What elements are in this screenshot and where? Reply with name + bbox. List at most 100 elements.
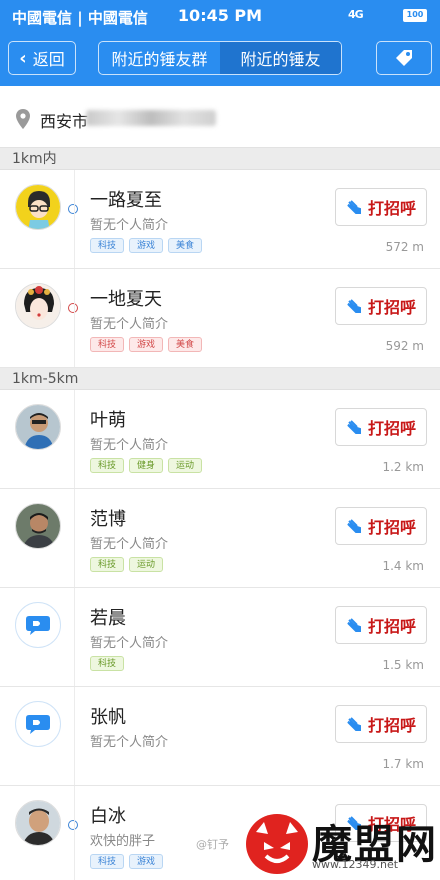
weibo-watermark: @钉予	[196, 838, 229, 851]
chevron-left-icon: ‹	[19, 47, 27, 69]
user-bio: 暂无个人简介	[90, 317, 169, 332]
user-bio: 暂无个人简介	[90, 636, 169, 651]
greet-button[interactable]: 打招呼	[335, 507, 427, 545]
greet-button[interactable]: 打招呼	[335, 705, 427, 743]
wave-hand-icon	[347, 618, 361, 632]
distance: 592 m	[385, 339, 424, 353]
tag: 科技	[90, 238, 125, 253]
tag-button[interactable]	[376, 41, 432, 75]
greet-label: 打招呼	[367, 199, 416, 218]
greet-label: 打招呼	[367, 298, 416, 317]
wave-hand-icon	[347, 519, 361, 533]
gender-icon	[68, 204, 78, 214]
wave-hand-icon	[347, 299, 361, 313]
signal-indicator: 4G	[348, 8, 364, 21]
tag: 科技	[90, 854, 125, 869]
tag: 运动	[129, 557, 164, 572]
tag-list: 科技 健身 运动	[90, 458, 203, 473]
distance: 572 m	[385, 240, 424, 254]
greet-label: 打招呼	[367, 419, 416, 438]
nav-bar: ‹ 返回 附近的锤友群 附近的锤友	[0, 32, 440, 86]
user-name: 张帆	[90, 707, 126, 728]
user-name: 范博	[90, 509, 126, 530]
row-divider	[74, 588, 75, 686]
tag-list: 科技 游戏 美食	[90, 337, 203, 352]
tag: 运动	[168, 458, 203, 473]
row-divider	[74, 390, 75, 488]
status-bar: 中國電信 | 中國電信 10:45 PM 4G 100	[0, 0, 440, 32]
row-divider	[74, 786, 75, 880]
greet-button[interactable]: 打招呼	[335, 606, 427, 644]
back-label: 返回	[32, 50, 65, 69]
gender-icon	[68, 820, 78, 830]
greet-button[interactable]: 打招呼	[335, 287, 427, 325]
row-divider	[74, 269, 75, 367]
avatar[interactable]	[15, 184, 61, 230]
section-header-far: 1km-5km	[0, 368, 440, 390]
wave-hand-icon	[347, 420, 361, 434]
avatar[interactable]	[15, 503, 61, 549]
user-name: 若晨	[90, 608, 126, 629]
row-divider	[74, 489, 75, 587]
user-row[interactable]: 张帆 暂无个人简介 打招呼 1.7 km	[0, 687, 440, 786]
user-row[interactable]: 范博 暂无个人简介 科技 运动 打招呼 1.4 km	[0, 489, 440, 588]
greet-label: 打招呼	[367, 716, 416, 735]
address-redaction	[86, 110, 216, 126]
avatar[interactable]	[15, 404, 61, 450]
clock: 10:45 PM	[177, 6, 263, 25]
tab-nearby-groups[interactable]: 附近的锤友群	[99, 42, 220, 74]
tag-icon	[396, 50, 412, 66]
gender-icon	[68, 303, 78, 313]
user-bio: 欢快的胖子	[90, 834, 156, 849]
greet-label: 打招呼	[367, 617, 416, 636]
tag: 游戏	[129, 854, 164, 869]
greet-button[interactable]: 打招呼	[335, 408, 427, 446]
user-name: 白冰	[90, 806, 126, 827]
tag: 科技	[90, 557, 125, 572]
tag: 美食	[168, 238, 203, 253]
section-header-near: 1km内	[0, 148, 440, 170]
user-bio: 暂无个人简介	[90, 218, 169, 233]
user-row[interactable]: 一路夏至 暂无个人简介 科技 游戏 美食 打招呼 572 m	[0, 170, 440, 269]
user-bio: 暂无个人简介	[90, 735, 169, 750]
tag: 科技	[90, 656, 125, 671]
avatar[interactable]	[15, 800, 61, 846]
user-bio: 暂无个人简介	[90, 537, 169, 552]
greet-label: 打招呼	[367, 518, 416, 537]
watermark-url: www.12349.net	[312, 858, 399, 871]
tag: 游戏	[129, 238, 164, 253]
user-row[interactable]: 一地夏天 暂无个人简介 科技 游戏 美食 打招呼 592 m	[0, 269, 440, 368]
greet-button[interactable]: 打招呼	[335, 188, 427, 226]
distance: 1.4 km	[382, 559, 424, 573]
chat-bubble-icon	[26, 616, 50, 635]
user-name: 一路夏至	[90, 190, 162, 211]
avatar[interactable]	[15, 701, 61, 747]
user-name: 叶萌	[90, 410, 126, 431]
tab-nearby-users[interactable]: 附近的锤友	[220, 42, 341, 74]
tag-list: 科技 游戏 美食	[90, 238, 203, 253]
tag: 科技	[90, 458, 125, 473]
location-pin-icon	[16, 109, 30, 129]
tag: 游戏	[129, 337, 164, 352]
row-divider	[74, 687, 75, 785]
segmented-tabs: 附近的锤友群 附近的锤友	[98, 41, 342, 75]
user-row[interactable]: 叶萌 暂无个人简介 科技 健身 运动 打招呼 1.2 km	[0, 390, 440, 489]
user-row[interactable]: 若晨 暂无个人简介 科技 打招呼 1.5 km	[0, 588, 440, 687]
wave-hand-icon	[347, 717, 361, 731]
row-divider	[74, 170, 75, 268]
avatar[interactable]	[15, 602, 61, 648]
tag: 美食	[168, 337, 203, 352]
devil-logo-icon	[246, 814, 308, 874]
distance: 1.5 km	[382, 658, 424, 672]
chat-bubble-icon	[26, 715, 50, 734]
tag-list: 科技	[90, 656, 125, 671]
distance: 1.7 km	[382, 757, 424, 771]
back-button[interactable]: ‹ 返回	[8, 41, 76, 75]
user-bio: 暂无个人简介	[90, 438, 169, 453]
site-watermark: 魔盟网 www.12349.net	[246, 812, 440, 880]
avatar[interactable]	[15, 283, 61, 329]
tag: 科技	[90, 337, 125, 352]
distance: 1.2 km	[382, 460, 424, 474]
user-name: 一地夏天	[90, 289, 162, 310]
tag: 健身	[129, 458, 164, 473]
